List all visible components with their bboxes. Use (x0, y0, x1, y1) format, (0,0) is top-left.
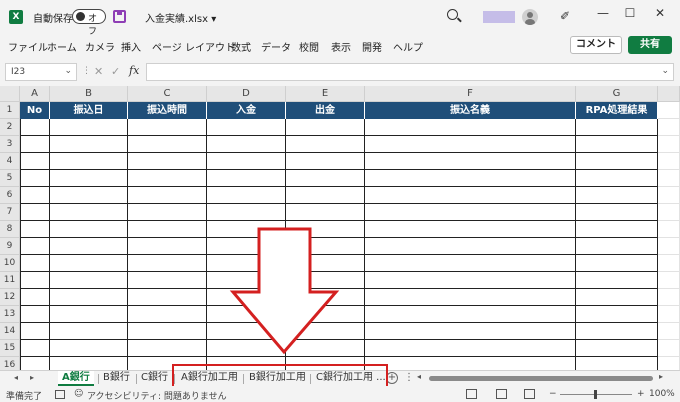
tab-prev-icon[interactable]: ◂ (14, 373, 18, 382)
zoom-out-button[interactable]: − (549, 389, 557, 399)
tab-divider (98, 374, 99, 384)
status-bar: 準備完了 ☺ アクセシビリティ: 問題ありません − + 100% (0, 386, 680, 402)
macro-record-icon[interactable] (55, 390, 65, 399)
scroll-left-icon[interactable]: ◂ (417, 372, 421, 381)
zoom-in-button[interactable]: + (637, 389, 645, 399)
tab-divider (136, 374, 137, 384)
accessibility-status[interactable]: アクセシビリティ: 問題ありません (87, 389, 227, 402)
accessibility-icon: ☺ (74, 389, 84, 399)
sheet-tab-b-bank[interactable]: B銀行 (103, 371, 130, 386)
down-arrow-annotation (229, 227, 340, 355)
scrollbar-thumb[interactable] (429, 376, 653, 381)
ready-status: 準備完了 (6, 392, 43, 402)
sheet-tab-c-bank[interactable]: C銀行 (141, 371, 168, 386)
sheet-tab-a-bank[interactable]: A銀行 (58, 371, 94, 386)
zoom-level[interactable]: 100% (649, 389, 675, 399)
tab-next-icon[interactable]: ▸ (30, 373, 34, 382)
normal-view-icon[interactable] (466, 389, 477, 399)
scroll-right-icon[interactable]: ▸ (659, 372, 663, 381)
arrow-shape (229, 227, 340, 355)
horizontal-scrollbar[interactable]: ◂ ▸ (417, 372, 667, 383)
page-layout-view-icon[interactable] (496, 389, 507, 399)
tab-options-icon[interactable]: ⋮ (404, 372, 414, 383)
zoom-slider-thumb[interactable] (594, 390, 597, 399)
page-break-view-icon[interactable] (524, 389, 535, 399)
